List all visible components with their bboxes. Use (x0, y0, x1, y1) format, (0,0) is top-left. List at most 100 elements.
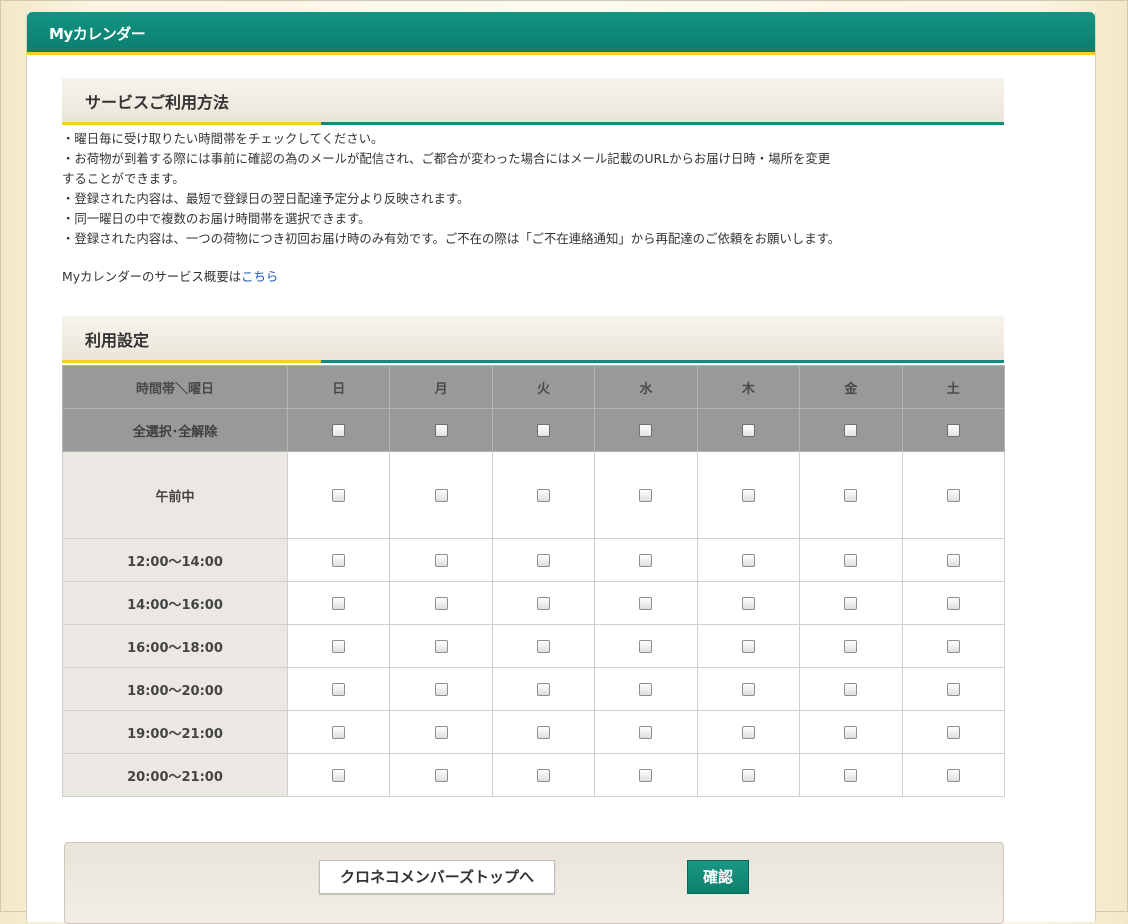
slot-checkbox-tue[interactable] (537, 725, 551, 739)
select-all-checkbox-tue[interactable] (537, 423, 551, 437)
slot-checkbox-tue[interactable] (537, 553, 551, 567)
slot-checkbox-mon[interactable] (434, 768, 448, 782)
slot-cell-fri (799, 753, 903, 797)
select-all-cell-fri (799, 408, 903, 452)
slot-checkbox-sat[interactable] (946, 725, 960, 739)
service-overview: Myカレンダーのサービス概要はこちら (62, 267, 278, 285)
usage-section-header: サービスご利用方法 (62, 78, 1004, 125)
slot-checkbox-fri[interactable] (844, 768, 858, 782)
select-all-checkbox-wed[interactable] (639, 423, 653, 437)
slot-label: 12:00〜14:00 (62, 538, 288, 582)
slot-checkbox-tue[interactable] (537, 768, 551, 782)
members-top-button[interactable]: クロネコメンバーズトップへ (319, 860, 555, 894)
slot-cell-sun (286, 624, 391, 668)
overview-link[interactable]: こちら (241, 269, 278, 284)
slot-checkbox-tue[interactable] (537, 596, 551, 610)
slot-checkbox-fri[interactable] (844, 639, 858, 653)
slot-checkbox-fri[interactable] (844, 488, 858, 502)
slot-checkbox-fri[interactable] (844, 596, 858, 610)
slot-cell-mon (389, 538, 493, 582)
slot-checkbox-wed[interactable] (639, 639, 653, 653)
slot-cell-thu (696, 538, 801, 582)
slot-checkbox-thu[interactable] (741, 682, 755, 696)
slot-checkbox-tue[interactable] (537, 488, 551, 502)
slot-cell-tue (491, 451, 596, 539)
slot-checkbox-wed[interactable] (639, 488, 653, 502)
slot-checkbox-thu[interactable] (741, 488, 755, 502)
select-all-checkbox-thu[interactable] (741, 423, 755, 437)
select-all-checkbox-sat[interactable] (946, 423, 960, 437)
slot-cell-sat (901, 753, 1006, 797)
slot-label: 19:00〜21:00 (62, 710, 288, 754)
slot-checkbox-wed[interactable] (639, 553, 653, 567)
slot-checkbox-mon[interactable] (434, 639, 448, 653)
slot-label: 午前中 (62, 451, 288, 539)
slot-checkbox-sun[interactable] (332, 639, 346, 653)
slot-checkbox-sat[interactable] (946, 639, 960, 653)
slot-checkbox-sun[interactable] (332, 768, 346, 782)
slot-checkbox-thu[interactable] (741, 553, 755, 567)
usage-note: ・曜日毎に受け取りたい時間帯をチェックしてください。 (62, 131, 384, 146)
slot-cell-mon (389, 451, 493, 539)
slot-cell-sat (901, 581, 1006, 625)
slot-checkbox-mon[interactable] (434, 725, 448, 739)
slot-checkbox-sun[interactable] (332, 596, 346, 610)
slot-checkbox-mon[interactable] (434, 682, 448, 696)
slot-checkbox-mon[interactable] (434, 553, 448, 567)
day-header-sun: 日 (286, 365, 391, 409)
slot-cell-tue (491, 710, 596, 754)
panel-header: Myカレンダー (27, 12, 1095, 55)
slot-cell-thu (696, 710, 801, 754)
select-all-cell-sun (286, 408, 391, 452)
slot-checkbox-sun[interactable] (332, 682, 346, 696)
slot-checkbox-sat[interactable] (946, 488, 960, 502)
slot-checkbox-sun[interactable] (332, 488, 346, 502)
divider-green (321, 122, 1004, 125)
day-header-tue: 火 (491, 365, 596, 409)
slot-checkbox-sat[interactable] (946, 553, 960, 567)
slot-cell-mon (389, 581, 493, 625)
slot-checkbox-wed[interactable] (639, 682, 653, 696)
slot-checkbox-sun[interactable] (332, 553, 346, 567)
slot-cell-tue (491, 581, 596, 625)
slot-checkbox-mon[interactable] (434, 488, 448, 502)
slot-cell-sun (286, 710, 391, 754)
slot-checkbox-thu[interactable] (741, 596, 755, 610)
slot-cell-sat (901, 624, 1006, 668)
slot-checkbox-sat[interactable] (946, 768, 960, 782)
select-all-checkbox-mon[interactable] (434, 423, 448, 437)
usage-notes: ・曜日毎に受け取りたい時間帯をチェックしてください。 ・お荷物が到着する際には事… (62, 129, 1002, 249)
slot-row: 午前中 (62, 451, 1006, 539)
slot-row: 12:00〜14:00 (62, 538, 1006, 582)
slot-checkbox-wed[interactable] (639, 725, 653, 739)
slot-checkbox-sat[interactable] (946, 596, 960, 610)
slot-checkbox-mon[interactable] (434, 596, 448, 610)
slot-checkbox-fri[interactable] (844, 553, 858, 567)
slot-cell-sun (286, 581, 391, 625)
slot-cell-wed (594, 624, 698, 668)
day-header-sat: 土 (901, 365, 1006, 409)
page-title: Myカレンダー (49, 25, 146, 43)
slot-checkbox-sun[interactable] (332, 725, 346, 739)
slot-checkbox-tue[interactable] (537, 639, 551, 653)
slot-checkbox-wed[interactable] (639, 596, 653, 610)
slot-checkbox-fri[interactable] (844, 682, 858, 696)
slot-checkbox-wed[interactable] (639, 768, 653, 782)
slot-label: 16:00〜18:00 (62, 624, 288, 668)
select-all-checkbox-fri[interactable] (844, 423, 858, 437)
slot-checkbox-fri[interactable] (844, 725, 858, 739)
slot-checkbox-thu[interactable] (741, 768, 755, 782)
slot-cell-wed (594, 451, 698, 539)
slot-row: 16:00〜18:00 (62, 624, 1006, 668)
slot-checkbox-thu[interactable] (741, 725, 755, 739)
slot-checkbox-thu[interactable] (741, 639, 755, 653)
slot-cell-sun (286, 753, 391, 797)
slot-checkbox-tue[interactable] (537, 682, 551, 696)
slot-label: 18:00〜20:00 (62, 667, 288, 711)
usage-note: することができます。 (62, 171, 185, 186)
divider-green (321, 360, 1004, 363)
day-header-row: 時間帯＼曜日 日 月 火 水 木 金 土 (62, 365, 1006, 409)
select-all-checkbox-sun[interactable] (332, 423, 346, 437)
slot-checkbox-sat[interactable] (946, 682, 960, 696)
confirm-button[interactable]: 確認 (687, 860, 749, 894)
